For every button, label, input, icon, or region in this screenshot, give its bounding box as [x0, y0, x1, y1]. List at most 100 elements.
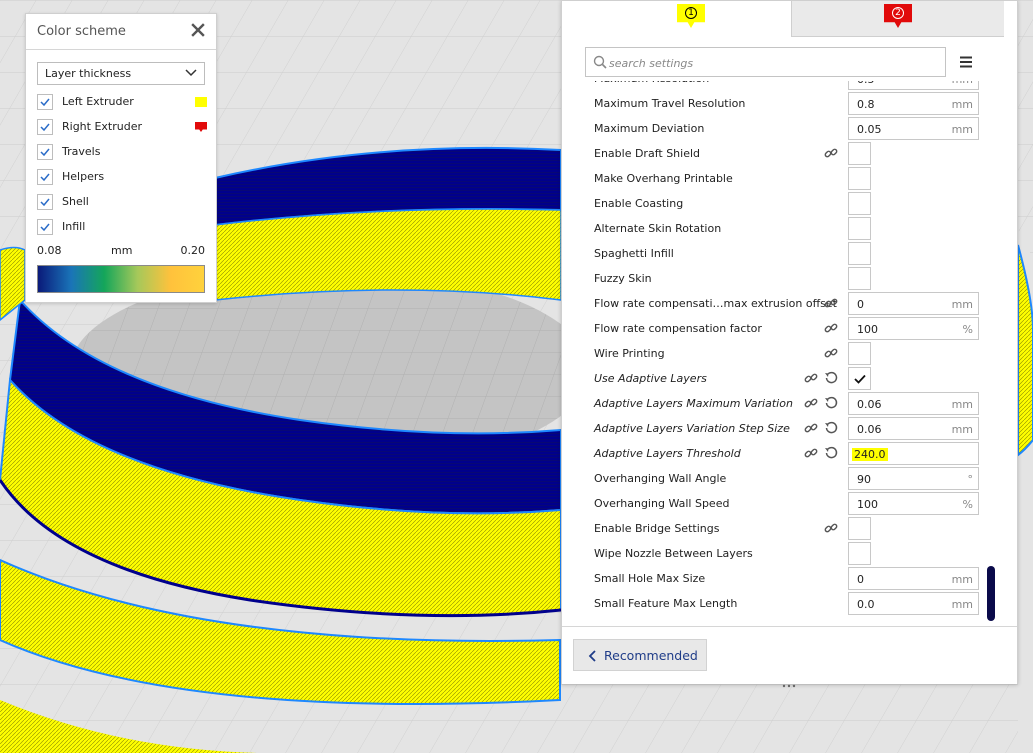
setting-row: Make Overhang Printable [586, 166, 986, 191]
setting-input[interactable]: 0.05 mm [848, 117, 979, 140]
extruder-2-flag-icon: 2 [884, 4, 912, 28]
color-scheme-panel: Color scheme Layer thickness Left Extrud… [25, 13, 217, 303]
search-icon [593, 55, 607, 69]
setting-label: Spaghetti Infill [594, 247, 674, 260]
right-extruder-checkbox[interactable] [37, 119, 53, 135]
link-icon[interactable] [804, 396, 818, 410]
reset-icon[interactable] [824, 446, 838, 460]
setting-checkbox[interactable] [848, 367, 871, 390]
setting-label: Use Adaptive Layers [594, 372, 707, 385]
setting-input[interactable]: 100% [848, 492, 979, 515]
setting-row: Wire Printing [586, 341, 986, 366]
setting-input[interactable]: 0.06 mm [848, 392, 979, 415]
legend-item-label: Left Extruder [62, 95, 134, 108]
setting-row: Enable Draft Shield [586, 141, 986, 166]
legend-item-shell[interactable]: Shell [37, 192, 207, 212]
settings-scrollbar[interactable] [987, 566, 995, 621]
recommended-button[interactable]: Recommended [573, 639, 707, 671]
setting-input[interactable]: 90 ° [848, 467, 979, 490]
setting-input[interactable]: 0.0 mm [848, 592, 979, 615]
setting-input[interactable]: 0.8 mm [848, 92, 979, 115]
legend-item-left-extruder[interactable]: Left Extruder [37, 92, 207, 112]
setting-input[interactable]: 0.5 mm [848, 81, 979, 90]
setting-checkbox[interactable] [848, 217, 871, 240]
legend-item-infill[interactable]: Infill [37, 217, 207, 237]
color-scheme-dropdown[interactable]: Layer thickness [37, 62, 205, 85]
link-icon[interactable] [824, 321, 838, 335]
setting-checkbox[interactable] [848, 142, 871, 165]
link-icon[interactable] [824, 146, 838, 160]
setting-label: Small Hole Max Size [594, 572, 706, 585]
setting-row: Small Hole Max Size 0 mm [586, 566, 986, 591]
link-icon[interactable] [824, 346, 838, 360]
setting-label: Maximum Travel Resolution [594, 97, 746, 110]
legend-item-helpers[interactable]: Helpers [37, 167, 207, 187]
close-icon[interactable] [190, 22, 206, 38]
custom-settings-panel: 1 2 search settings Maximum Resolution 0.… [561, 0, 1018, 688]
search-placeholder: search settings [609, 57, 694, 70]
settings-list[interactable]: Maximum Resolution0.5mmMaximum Travel Re… [586, 81, 986, 626]
link-icon[interactable] [824, 521, 838, 535]
setting-label: Small Feature Max Length [594, 597, 738, 610]
settings-footer: Recommended [562, 626, 1017, 688]
search-input[interactable]: search settings [585, 47, 946, 77]
setting-value: 240.0 [852, 448, 888, 461]
setting-checkbox[interactable] [848, 542, 871, 565]
setting-unit: mm [951, 123, 973, 136]
left-extruder-checkbox[interactable] [37, 94, 53, 110]
setting-row: Flow rate compensation factor 100% [586, 316, 986, 341]
setting-value: 0 [857, 298, 864, 311]
setting-checkbox[interactable] [848, 167, 871, 190]
color-scheme-header: Color scheme [26, 14, 216, 50]
infill-checkbox[interactable] [37, 219, 53, 235]
legend-item-travels[interactable]: Travels [37, 142, 207, 162]
setting-label: Wire Printing [594, 347, 665, 360]
setting-input[interactable]: 0 mm [848, 567, 979, 590]
tab-extruder-2[interactable]: 2 [792, 1, 1004, 37]
setting-row: Maximum Travel Resolution 0.8 mm [586, 91, 986, 116]
setting-input[interactable]: 0 mm [848, 292, 979, 315]
setting-checkbox[interactable] [848, 517, 871, 540]
link-icon[interactable] [804, 421, 818, 435]
setting-unit: % [962, 498, 973, 511]
setting-input[interactable]: 100% [848, 317, 979, 340]
check-icon [40, 123, 50, 132]
link-icon[interactable] [824, 296, 838, 310]
setting-row: Fuzzy Skin [586, 266, 986, 291]
setting-value: 100 [857, 323, 878, 336]
setting-value: 0 [857, 573, 864, 586]
setting-checkbox[interactable] [848, 242, 871, 265]
check-icon [40, 223, 50, 232]
setting-checkbox[interactable] [848, 267, 871, 290]
reset-icon[interactable] [824, 421, 838, 435]
setting-row: Small Feature Max Length 0.0 mm [586, 591, 986, 616]
extruder-number: 2 [892, 7, 904, 19]
setting-input[interactable]: 240.0 [848, 442, 979, 465]
legend-min-value: 0.08 [37, 244, 62, 257]
reset-icon[interactable] [824, 371, 838, 385]
setting-checkbox[interactable] [848, 342, 871, 365]
legend-item-right-extruder[interactable]: Right Extruder [37, 117, 207, 137]
travels-checkbox[interactable] [37, 144, 53, 160]
shell-checkbox[interactable] [37, 194, 53, 210]
tab-extruder-1[interactable]: 1 [574, 1, 792, 37]
setting-checkbox[interactable] [848, 192, 871, 215]
resize-grip-icon[interactable] [779, 679, 799, 688]
setting-label: Alternate Skin Rotation [594, 222, 722, 235]
setting-input[interactable]: 0.06 mm [848, 417, 979, 440]
reset-icon[interactable] [824, 396, 838, 410]
hamburger-menu-icon[interactable] [958, 54, 974, 70]
legend-item-label: Helpers [62, 170, 105, 183]
link-icon[interactable] [804, 371, 818, 385]
setting-row: Adaptive Layers Threshold 240.0 [586, 441, 986, 466]
setting-row: Spaghetti Infill [586, 241, 986, 266]
setting-label: Adaptive Layers Variation Step Size [594, 422, 790, 435]
setting-row: Adaptive Layers Maximum Variation 0.06 mm [586, 391, 986, 416]
setting-unit: mm [951, 98, 973, 111]
setting-label: Maximum Deviation [594, 122, 705, 135]
link-icon[interactable] [804, 446, 818, 460]
helpers-checkbox[interactable] [37, 169, 53, 185]
setting-label: Overhanging Wall Speed [594, 497, 730, 510]
color-scheme-title: Color scheme [37, 24, 126, 39]
setting-unit: mm [951, 423, 973, 436]
